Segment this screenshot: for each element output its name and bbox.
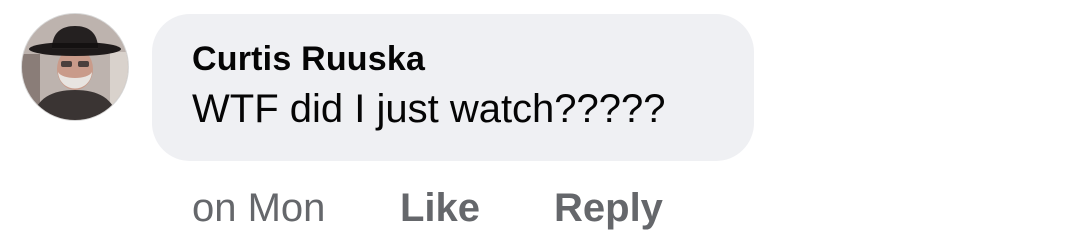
- comment-text: WTF did I just watch?????: [192, 87, 666, 131]
- reply-button[interactable]: Reply: [554, 186, 663, 231]
- comment-author-name[interactable]: Curtis Ruuska: [192, 40, 425, 79]
- profile-photo: [22, 14, 128, 120]
- like-button[interactable]: Like: [400, 186, 480, 231]
- comment-timestamp[interactable]: on Mon: [192, 186, 325, 231]
- avatar[interactable]: [22, 14, 128, 120]
- comment-bubble: Curtis Ruuska WTF did I just watch?????: [152, 14, 754, 161]
